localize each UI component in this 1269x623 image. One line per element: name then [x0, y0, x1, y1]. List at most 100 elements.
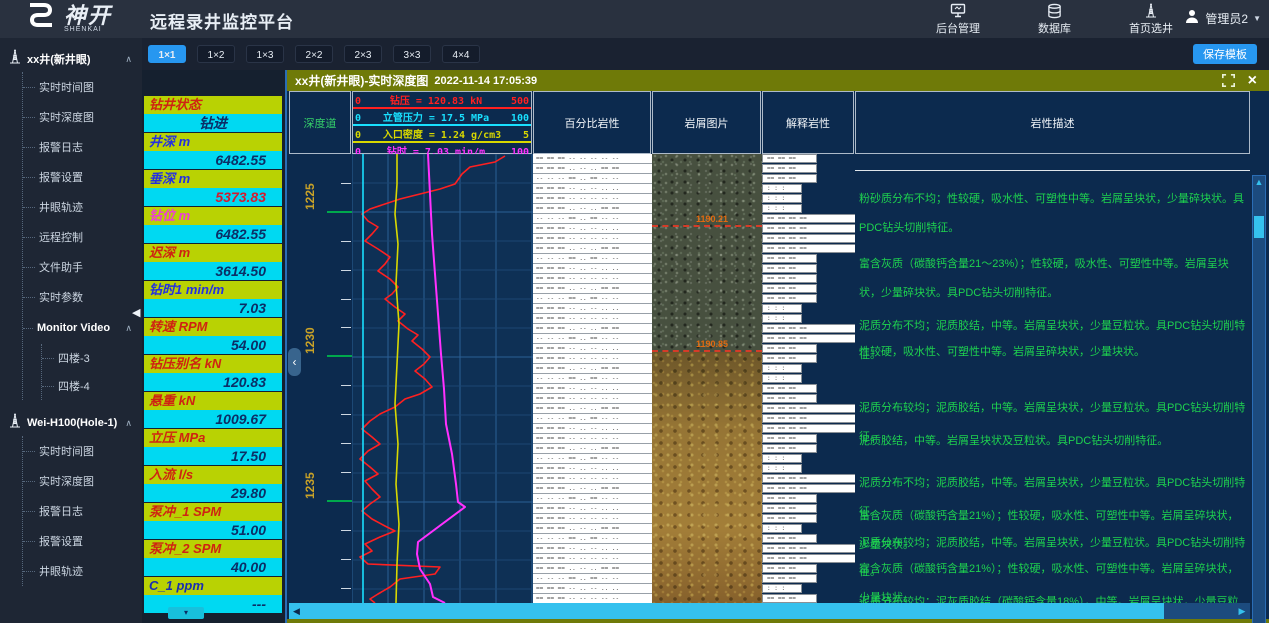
- curve-min: 0: [355, 113, 361, 124]
- vertical-scrollbar[interactable]: ▲ ▼: [1252, 175, 1266, 623]
- nav-item-2[interactable]: 数据库: [1038, 2, 1071, 36]
- sidebar-item-label: 报警日志: [39, 503, 83, 519]
- scroll-up-icon[interactable]: ▲: [1253, 177, 1265, 187]
- interpreted-lithology-bar: == == ==: [762, 284, 817, 293]
- sidebar-item-实时深度图[interactable]: 实时深度图: [23, 102, 142, 132]
- sidebar-collapse-arrow[interactable]: ◀: [132, 306, 140, 319]
- sidebar-item-报警设置[interactable]: 报警设置: [23, 526, 142, 556]
- collapse-caret-icon[interactable]: ∧: [125, 418, 132, 429]
- sidebar-item-井眼轨迹[interactable]: 井眼轨迹: [23, 556, 142, 586]
- close-icon[interactable]: ×: [1248, 70, 1257, 91]
- grid-layout-button-2x2[interactable]: 2×2: [295, 45, 333, 63]
- grid-layout-button-1x3[interactable]: 1×3: [246, 45, 284, 63]
- interpreted-lithology-bar: : : :: [762, 204, 802, 213]
- lithology-symbol-row: -- -- -- == .. == -- --: [533, 214, 652, 224]
- lithology-symbol-row: == == == .. -- .. == ==: [533, 284, 652, 294]
- save-template-button[interactable]: 保存模板: [1193, 44, 1257, 64]
- sidebar-item-文件助手[interactable]: 文件助手: [23, 252, 142, 282]
- interpreted-lithology-bar: == == ==: [762, 264, 817, 273]
- expand-icon[interactable]: [1222, 74, 1235, 92]
- brand-logo: 神开 SHENKAI: [26, 3, 112, 36]
- column-header-interpreted-lithology: 解释岩性: [762, 91, 854, 154]
- lithology-description-text: 粉砂质分布不均；性较硬，吸水性、可塑性中等。岩屑呈块状，少量碎块状。具PDC钻头…: [859, 185, 1247, 243]
- horizontal-scroll-thumb[interactable]: [304, 603, 1164, 619]
- lithology-description-text: 性较硬，吸水性、可塑性中等。岩屑呈碎块状，少量块状。: [859, 338, 1247, 367]
- sidebar-group-Monitor Video[interactable]: Monitor Video∧: [23, 312, 142, 344]
- horizontal-scrollbar[interactable]: ◀ ▶: [289, 603, 1250, 619]
- interpreted-lithology-bar: == == ==: [762, 594, 817, 603]
- grid-layout-button-1x1[interactable]: 1×1: [148, 45, 186, 63]
- vertical-scroll-thumb[interactable]: [1254, 216, 1264, 238]
- user-menu[interactable]: 管理员2 ▼: [1184, 8, 1261, 29]
- sidebar-item-报警设置[interactable]: 报警设置: [23, 162, 142, 192]
- sidebar-item-label: 井眼轨迹: [39, 199, 83, 215]
- lithology-symbol-row: == == == .. -- .. == ==: [533, 484, 652, 494]
- sidebar-item-label: 四楼-3: [58, 350, 90, 366]
- param-label: 转速 RPM: [144, 318, 282, 336]
- collapse-caret-icon[interactable]: ∧: [125, 323, 132, 334]
- grid-layout-button-4x4[interactable]: 4×4: [442, 45, 480, 63]
- curve-max: 5: [523, 130, 529, 141]
- param-label: 迟深 m: [144, 244, 282, 262]
- sidebar-item-报警日志[interactable]: 报警日志: [23, 496, 142, 526]
- lithology-description-column: 粉砂质分布不均；性较硬，吸水性、可塑性中等。岩屑呈块状，少量碎块状。具PDC钻头…: [855, 154, 1250, 603]
- collapse-caret-icon[interactable]: ∧: [125, 54, 132, 65]
- interpreted-lithology-bar: == == == ==: [762, 234, 855, 243]
- nav-item-label: 后台管理: [936, 20, 980, 36]
- monitor-icon: [950, 2, 966, 19]
- cuttings-photo-column: 1190.211190.85: [652, 154, 762, 603]
- grid-layout-button-2x3[interactable]: 2×3: [344, 45, 382, 63]
- lithology-symbol-row: == == == -- -- -- -- --: [533, 434, 652, 444]
- lithology-symbol-row: == == == -- -- -- -- --: [533, 234, 652, 244]
- sidebar-item-实时时间图[interactable]: 实时时间图: [23, 436, 142, 466]
- well-node-1[interactable]: xx井(新井眼)∧: [0, 46, 142, 72]
- interpreted-lithology-bar: : : :: [762, 194, 802, 203]
- param-value: 29.80: [144, 484, 282, 502]
- lithology-description-text: 泥质分布较均；泥灰质胶结（碳酸钙含量18%），中等。岩屑呈块状，少量豆粒状。具P…: [859, 588, 1247, 603]
- depth-label: 1225: [303, 196, 317, 210]
- interpreted-lithology-bar: == == == ==: [762, 474, 855, 483]
- grid-layout-button-1x2[interactable]: 1×2: [197, 45, 235, 63]
- sidebar-item-四楼-3[interactable]: 四楼-3: [42, 344, 142, 372]
- layout-toolbar: 1×1 1×2 1×3 2×2 2×3 3×3 4×4 保存模板: [142, 38, 1269, 70]
- param-more-button[interactable]: ▾: [168, 607, 204, 619]
- lithology-symbol-row: == == == -- .. -- .. ..: [533, 304, 652, 314]
- scroll-left-icon[interactable]: ◀: [289, 603, 304, 619]
- app-title: 远程录井监控平台: [150, 8, 294, 33]
- sidebar-item-远程控制[interactable]: 远程控制: [23, 222, 142, 252]
- sidebar-item-四楼-4[interactable]: 四楼-4: [42, 372, 142, 400]
- sidebar-item-实时深度图[interactable]: 实时深度图: [23, 466, 142, 496]
- well-name: Wei-H100(Hole-1): [27, 417, 117, 429]
- sidebar-item-井眼轨迹[interactable]: 井眼轨迹: [23, 192, 142, 222]
- scroll-right-icon[interactable]: ▶: [1235, 603, 1249, 619]
- sidebar-item-实时时间图[interactable]: 实时时间图: [23, 72, 142, 102]
- column-header-cuttings-photo: 岩屑图片: [652, 91, 761, 154]
- depth-minor-tick: [341, 559, 351, 560]
- nav-item-3[interactable]: 首页选井: [1129, 2, 1173, 36]
- interpreted-lithology-bar: == == == ==: [762, 214, 855, 223]
- grid-layout-button-3x3[interactable]: 3×3: [393, 45, 431, 63]
- sidebar-item-实时参数[interactable]: 实时参数: [23, 282, 142, 312]
- well-node-2[interactable]: Wei-H100(Hole-1) ∧: [0, 410, 142, 436]
- sidebar-item-label: 实时参数: [39, 289, 83, 305]
- depth-minor-tick: [341, 414, 351, 415]
- lithology-symbol-row: == == == .. -- .. == ==: [533, 164, 652, 174]
- sidebar-item-label: 实时时间图: [39, 79, 94, 95]
- param-value: 120.83: [144, 373, 282, 391]
- sidebar-item-报警日志[interactable]: 报警日志: [23, 132, 142, 162]
- nav-item-1[interactable]: 后台管理: [936, 2, 980, 36]
- lithology-symbol-row: == == == -- -- -- -- --: [533, 474, 652, 484]
- param-value: 1009.67: [144, 410, 282, 428]
- lithology-symbol-row: == == == .. -- .. == ==: [533, 524, 652, 534]
- lithology-symbol-row: -- -- -- == .. == -- --: [533, 294, 652, 304]
- parameter-panel-collapse-handle[interactable]: ‹: [288, 348, 301, 376]
- lithology-symbol-row: == == == -- .. -- .. ..: [533, 184, 652, 194]
- interpreted-lithology-bar: == == ==: [762, 344, 817, 353]
- depth-minor-tick: [341, 472, 351, 473]
- lithology-symbol-row: == == == .. -- .. == ==: [533, 444, 652, 454]
- lithology-symbol-row: -- -- -- == .. == -- --: [533, 574, 652, 584]
- lithology-symbol-row: == == == -- .. -- .. ..: [533, 224, 652, 234]
- depth-log-timestamp: 2022-11-14 17:05:39: [434, 75, 537, 87]
- lithology-symbol-row: == == == .. -- .. == ==: [533, 204, 652, 214]
- param-value: 钻进: [144, 114, 282, 132]
